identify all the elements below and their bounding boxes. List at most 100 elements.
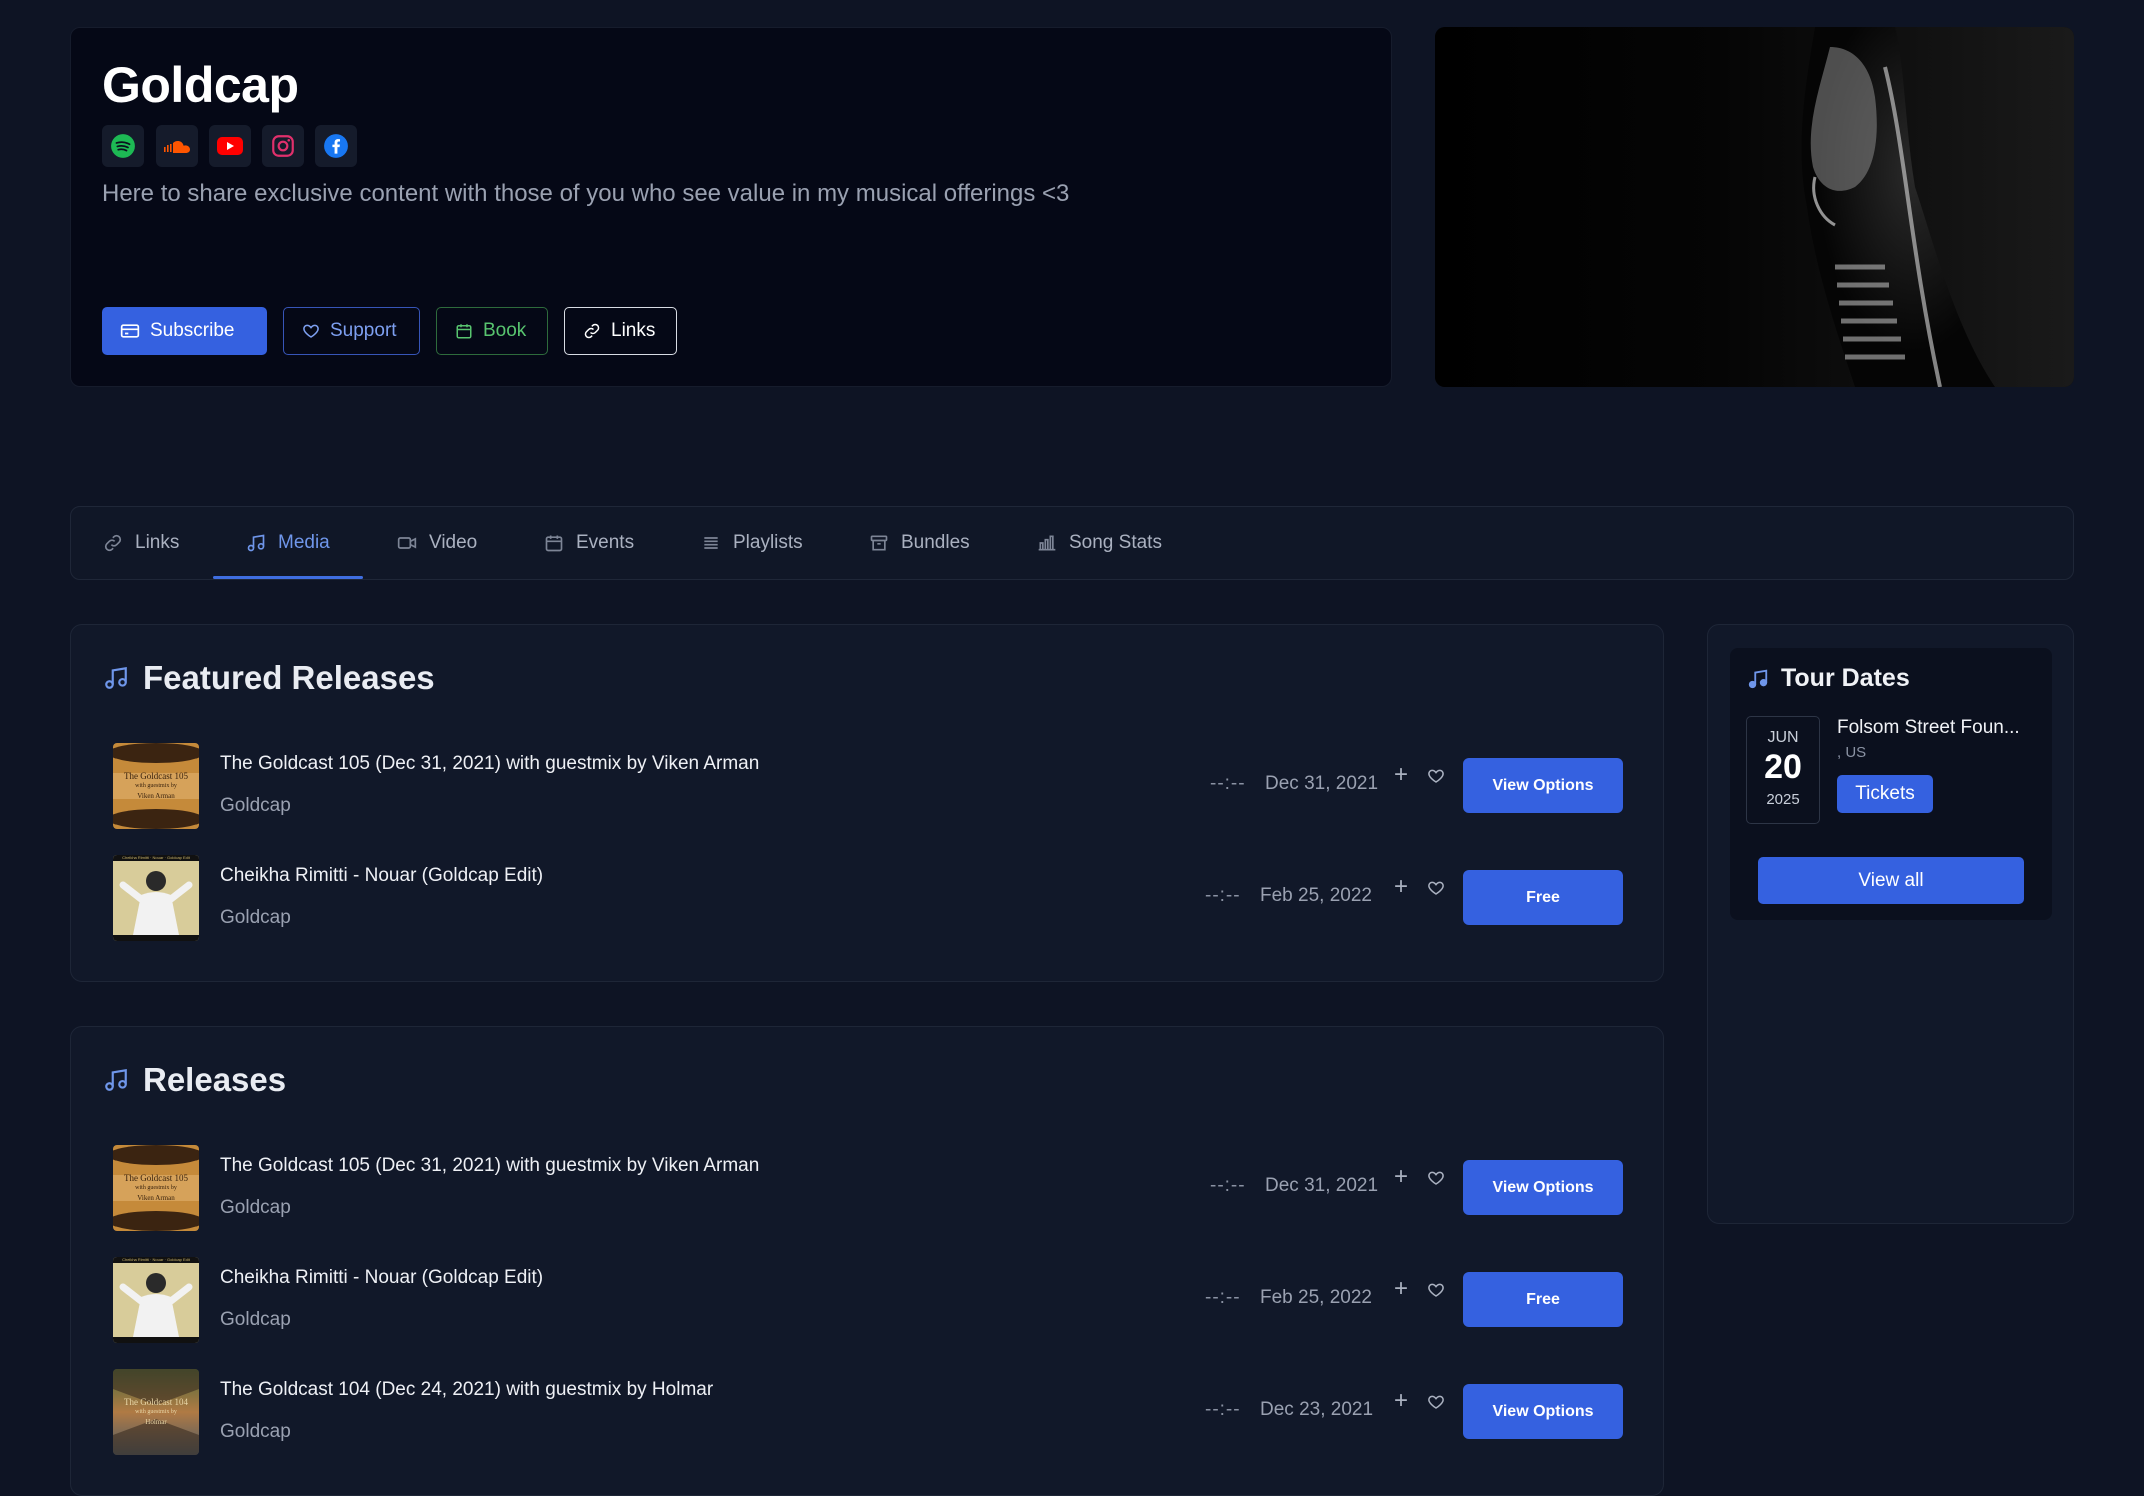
free-button[interactable]: Free	[1463, 870, 1623, 925]
view-all-button[interactable]: View all	[1758, 857, 2024, 904]
releases-panel: Releases The Goldcast 105 with guestmix …	[70, 1026, 1664, 1496]
release-date: Feb 25, 2022	[1260, 885, 1372, 906]
view-options-button[interactable]: View Options	[1463, 1160, 1623, 1215]
calendar-icon	[456, 324, 472, 339]
release-date: Dec 31, 2021	[1265, 773, 1379, 794]
artwork-text: with guestmix by	[135, 783, 177, 789]
tab-label: Bundles	[901, 532, 970, 553]
event-date-badge: JUN 20 2025	[1746, 716, 1820, 824]
music-note-icon	[105, 666, 127, 689]
artwork-text: Viken Arman	[137, 1194, 175, 1202]
link-icon	[584, 323, 600, 339]
release-title[interactable]: The Goldcast 105 (Dec 31, 2021) with gue…	[220, 753, 759, 775]
heart-icon[interactable]	[1427, 1169, 1445, 1187]
book-button[interactable]: Book	[436, 307, 548, 355]
release-duration: --:--	[1210, 1175, 1246, 1196]
release-row[interactable]: The Goldcast 104 with guestmix by Holmar…	[71, 1369, 1665, 1459]
artist-photo	[1435, 27, 2074, 387]
release-title[interactable]: The Goldcast 104 (Dec 24, 2021) with gue…	[220, 1379, 713, 1401]
heart-icon[interactable]	[1427, 767, 1445, 785]
music-note-icon	[105, 1068, 127, 1091]
heart-icon[interactable]	[1427, 1281, 1445, 1299]
spotify-icon[interactable]	[102, 125, 144, 167]
tab-media[interactable]: Media	[246, 507, 330, 579]
tab-label: Links	[135, 532, 180, 553]
view-options-button[interactable]: View Options	[1463, 758, 1623, 813]
release-duration: --:--	[1210, 773, 1246, 794]
artist-name: Goldcap	[102, 57, 299, 113]
tab-label: Events	[576, 532, 635, 553]
calendar-icon	[545, 535, 563, 552]
artwork-text: with guestmix by	[135, 1409, 177, 1415]
view-options-button[interactable]: View Options	[1463, 1384, 1623, 1439]
release-row[interactable]: Cheikha Rimitti · Nouar · Goldcap Edit C…	[71, 855, 1665, 945]
instagram-icon[interactable]	[262, 125, 304, 167]
release-row[interactable]: Cheikha Rimitti · Nouar · Goldcap Edit C…	[71, 1257, 1665, 1347]
add-icon[interactable]: +	[1394, 761, 1408, 789]
credit-card-icon	[120, 324, 140, 338]
event-location: , US	[1837, 744, 1867, 761]
link-icon	[104, 534, 122, 552]
release-artwork-goldcast-105[interactable]: The Goldcast 105 with guestmix by Viken …	[113, 1145, 199, 1231]
artwork-text: The Goldcast 104	[124, 1397, 188, 1407]
event-day: 20	[1764, 748, 1802, 786]
add-icon[interactable]: +	[1394, 1163, 1408, 1191]
links-button[interactable]: Links	[564, 307, 677, 355]
soundcloud-icon[interactable]	[156, 125, 198, 167]
section-title-text: Featured Releases	[143, 659, 435, 696]
release-artist[interactable]: Goldcap	[220, 1309, 291, 1331]
support-button[interactable]: Support	[283, 307, 420, 355]
bar-chart-icon	[1038, 535, 1056, 551]
active-tab-indicator	[213, 576, 363, 579]
release-artist[interactable]: Goldcap	[220, 795, 291, 817]
release-title[interactable]: The Goldcast 105 (Dec 31, 2021) with gue…	[220, 1155, 759, 1177]
artwork-text: Holmar	[145, 1418, 167, 1426]
tab-song-stats[interactable]: Song Stats	[1037, 507, 1162, 579]
release-title[interactable]: Cheikha Rimitti - Nouar (Goldcap Edit)	[220, 1267, 543, 1289]
links-label: Links	[611, 320, 656, 341]
release-artist[interactable]: Goldcap	[220, 907, 291, 929]
artwork-text: with guestmix by	[135, 1185, 177, 1191]
featured-releases-panel: Featured Releases The Goldcast 105 with …	[70, 624, 1664, 982]
release-duration: --:--	[1205, 885, 1241, 906]
release-row[interactable]: The Goldcast 105 with guestmix by Viken …	[71, 743, 1665, 833]
tab-label: Playlists	[733, 532, 803, 553]
tab-video[interactable]: Video	[397, 507, 477, 579]
release-title[interactable]: Cheikha Rimitti - Nouar (Goldcap Edit)	[220, 865, 543, 887]
release-artist[interactable]: Goldcap	[220, 1421, 291, 1443]
tab-label: Media	[278, 532, 330, 553]
add-icon[interactable]: +	[1394, 873, 1408, 901]
tab-bundles[interactable]: Bundles	[869, 507, 970, 579]
profile-tab-bar: Links Media Video Events Playlists Bundl…	[70, 506, 2074, 580]
artwork-text: Cheikha Rimitti · Nouar · Goldcap Edit	[122, 855, 190, 860]
heart-icon	[303, 324, 319, 338]
heart-icon[interactable]	[1427, 1393, 1445, 1411]
heart-icon[interactable]	[1427, 879, 1445, 897]
release-artwork-nouar[interactable]: Cheikha Rimitti · Nouar · Goldcap Edit	[113, 1257, 199, 1343]
artist-bio: Here to share exclusive content with tho…	[102, 180, 1070, 207]
section-title-text: Releases	[143, 1061, 287, 1098]
free-button[interactable]: Free	[1463, 1272, 1623, 1327]
subscribe-label: Subscribe	[150, 320, 235, 341]
music-note-icon	[247, 534, 265, 552]
tour-title-text: Tour Dates	[1781, 664, 1910, 692]
archive-icon	[870, 535, 888, 551]
facebook-icon[interactable]	[315, 125, 357, 167]
release-artwork-goldcast-104[interactable]: The Goldcast 104 with guestmix by Holmar	[113, 1369, 199, 1455]
tab-playlists[interactable]: Playlists	[701, 507, 803, 579]
tab-events[interactable]: Events	[544, 507, 634, 579]
release-duration: --:--	[1205, 1399, 1241, 1420]
tickets-button[interactable]: Tickets	[1837, 775, 1933, 813]
release-artwork-goldcast-105[interactable]: The Goldcast 105 with guestmix by Viken …	[113, 743, 199, 829]
release-row[interactable]: The Goldcast 105 with guestmix by Viken …	[71, 1145, 1665, 1235]
tab-links[interactable]: Links	[103, 507, 179, 579]
add-icon[interactable]: +	[1394, 1387, 1408, 1415]
release-artist[interactable]: Goldcap	[220, 1197, 291, 1219]
event-name[interactable]: Folsom Street Foun...	[1837, 717, 2020, 739]
release-artwork-nouar[interactable]: Cheikha Rimitti · Nouar · Goldcap Edit	[113, 855, 199, 941]
add-icon[interactable]: +	[1394, 1275, 1408, 1303]
releases-title: Releases	[103, 1061, 286, 1099]
subscribe-button[interactable]: Subscribe	[102, 307, 267, 355]
tour-dates-title: Tour Dates	[1747, 664, 1910, 693]
youtube-icon[interactable]	[209, 125, 251, 167]
